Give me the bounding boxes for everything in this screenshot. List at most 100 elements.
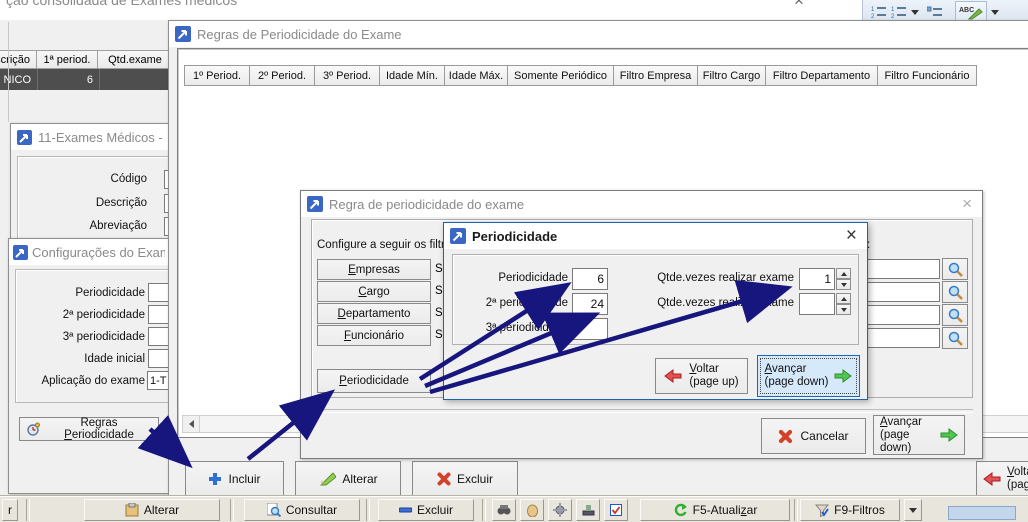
voltar-page-button[interactable]: Volta (page	[976, 461, 1028, 497]
spinner-down-icon[interactable]	[836, 304, 851, 315]
titlebar-regras[interactable]: Regras de Periodicidade do Exame	[169, 21, 1028, 47]
grid-col-1-period[interactable]: 1º Period.	[184, 65, 250, 86]
close-icon[interactable]: ×	[842, 226, 861, 245]
toolbar-fragment-button[interactable]: r	[2, 499, 18, 521]
dialog-title: Regra de periodicidade do exame	[329, 196, 525, 212]
funcionario-search-button[interactable]	[942, 327, 968, 349]
spellcheck-dropdown-icon[interactable]	[991, 9, 999, 15]
stamp-icon	[582, 504, 595, 516]
toolbar-binoculars-button[interactable]	[492, 499, 516, 521]
spinner-up-icon[interactable]	[836, 293, 851, 304]
grid-col-idade-max[interactable]: Idade Máx.	[444, 65, 508, 86]
excluir-button[interactable]: Excluir	[412, 461, 518, 497]
cargo-button[interactable]: Cargo	[317, 281, 431, 302]
toolbar-f5-label: F5-Atualizar	[692, 503, 758, 517]
toolbar-alterar-button[interactable]: Alterar	[84, 499, 220, 521]
funcionario-lookup-field[interactable]	[867, 328, 940, 348]
column-header-qtd-exame[interactable]: Qtd.exame	[97, 50, 173, 69]
toolbar-more-button[interactable]	[904, 499, 922, 521]
segunda-periodicidade-label: 2ª periodicidade	[485, 297, 568, 309]
titlebar-periodicidade[interactable]: Periodicidade ×	[444, 223, 867, 249]
qtde-spinner-1[interactable]	[836, 268, 851, 290]
funcionario-button[interactable]: Funcionário	[317, 325, 431, 346]
qtde-vezes-value-1: 1	[824, 272, 831, 286]
window-title: 11-Exames Médicos - Inc	[38, 129, 163, 145]
segunda-periodicidade-value: 24	[590, 297, 604, 311]
configure-filters-text: Configure a seguir os filtro	[317, 239, 444, 251]
window-configuracoes-exame: Configurações do Exame Periodicidade 2ª …	[8, 238, 215, 494]
empresas-button[interactable]: Empresas	[317, 259, 431, 280]
toolbar-f5-atualizar-button[interactable]: F5-Atualizar	[640, 499, 790, 521]
magnifier-icon	[947, 284, 964, 301]
abreviacao-label: Abreviação	[89, 220, 147, 232]
voltar-button[interactable]: Voltar (page up)	[655, 358, 748, 394]
qtde-vezes-field-2[interactable]	[799, 293, 835, 315]
cargo-lookup-field[interactable]	[867, 282, 940, 302]
close-icon[interactable]: ×	[958, 195, 976, 212]
titlebar-config[interactable]: Configurações do Exame	[9, 239, 169, 265]
titlebar-regra[interactable]: Regra de periodicidade do exame ×	[301, 191, 982, 217]
dialog-separator	[309, 409, 973, 413]
red-left-arrow-icon	[664, 369, 682, 383]
avancar-page-button[interactable]: Avançar (page down)	[873, 415, 965, 455]
titlebar-exames[interactable]: 11-Exames Médicos - Inc	[11, 124, 169, 150]
departamento-button[interactable]: Departamento	[317, 303, 431, 324]
column-header-descricao[interactable]: scrição	[0, 50, 37, 69]
toolbar-checkbox-button[interactable]	[604, 499, 628, 521]
clipboard-icon	[125, 503, 139, 517]
periodicidade-button[interactable]: Periodicidade	[317, 369, 431, 393]
grid-col-somente-periodico[interactable]: Somente Periódico	[507, 65, 614, 86]
toolbar-consultar-label: Consultar	[285, 503, 338, 517]
departamento-lookup-field[interactable]	[867, 305, 940, 325]
aplicacao-exame-value: 1-T	[150, 374, 167, 387]
grid-col-filtro-empresa[interactable]: Filtro Empresa	[613, 65, 698, 86]
modal-title: Periodicidade	[472, 228, 558, 244]
background-close-icon[interactable]: ×	[794, 0, 804, 11]
svg-text:ABC: ABC	[959, 7, 974, 14]
cargo-search-button[interactable]	[942, 281, 968, 303]
numbered-list-2-icon[interactable]: 12	[891, 5, 907, 19]
cell-qtd	[100, 69, 176, 90]
departamento-search-button[interactable]	[942, 304, 968, 326]
empresa-lookup-field[interactable]	[867, 259, 940, 279]
grid-col-3-period[interactable]: 3º Period.	[314, 65, 380, 86]
column-header-1a-period[interactable]: 1ª period.	[36, 50, 98, 69]
grid-col-filtro-funcionario[interactable]: Filtro Funcionário	[877, 65, 977, 86]
cancelar-button[interactable]: Cancelar	[761, 418, 866, 454]
incluir-label: Incluir	[228, 472, 261, 486]
grid-col-filtro-departamento[interactable]: Filtro Departamento	[765, 65, 878, 86]
qtde-spinner-2[interactable]	[836, 293, 851, 315]
grid-col-2-period[interactable]: 2º Period.	[249, 65, 315, 86]
alterar-label: Alterar	[342, 472, 378, 486]
incluir-button[interactable]: Incluir	[185, 461, 284, 497]
avancar-button[interactable]: Avançar (page down)	[757, 355, 860, 397]
grid-col-filtro-cargo[interactable]: Filtro Cargo	[697, 65, 766, 86]
segunda-periodicidade-field[interactable]: 24	[572, 293, 608, 315]
toolbar-stamp-button[interactable]	[576, 499, 600, 521]
list-dropdown-icon[interactable]	[911, 9, 919, 15]
app-icon	[307, 196, 323, 212]
background-window-title: ção consolidada de Exames médicos	[6, 0, 238, 8]
app-icon	[175, 26, 191, 42]
grid-col-idade-min[interactable]: Idade Mín.	[379, 65, 445, 86]
hand-icon	[526, 504, 539, 517]
spinner-down-icon[interactable]	[836, 279, 851, 290]
alterar-button[interactable]: Alterar	[295, 461, 401, 497]
toolbar-consultar-button[interactable]: Consultar	[244, 499, 360, 521]
idade-inicial-label: Idade inicial	[84, 353, 145, 365]
svg-text:2: 2	[871, 14, 875, 19]
terceira-periodicidade-field[interactable]	[572, 318, 608, 340]
empresa-search-button[interactable]	[942, 258, 968, 280]
spinner-up-icon[interactable]	[836, 268, 851, 279]
numbered-list-icon[interactable]: 12	[871, 5, 887, 19]
outline-list-icon[interactable]	[927, 5, 943, 19]
periodicidade-field[interactable]: 6	[572, 268, 608, 290]
toolbar-hand-button[interactable]	[520, 499, 544, 521]
toolbar-excluir-button[interactable]: Excluir	[378, 499, 474, 521]
qtde-vezes-field-1[interactable]: 1	[799, 268, 835, 290]
scroll-left-button[interactable]	[183, 416, 200, 432]
table-row[interactable]: NICO 6	[0, 69, 178, 90]
toolbar-f9-filtros-button[interactable]: F9-Filtros	[800, 499, 900, 521]
toolbar-gear-button[interactable]	[548, 499, 572, 521]
regras-periodicidade-button[interactable]: Regras Periodicidade	[19, 417, 159, 441]
